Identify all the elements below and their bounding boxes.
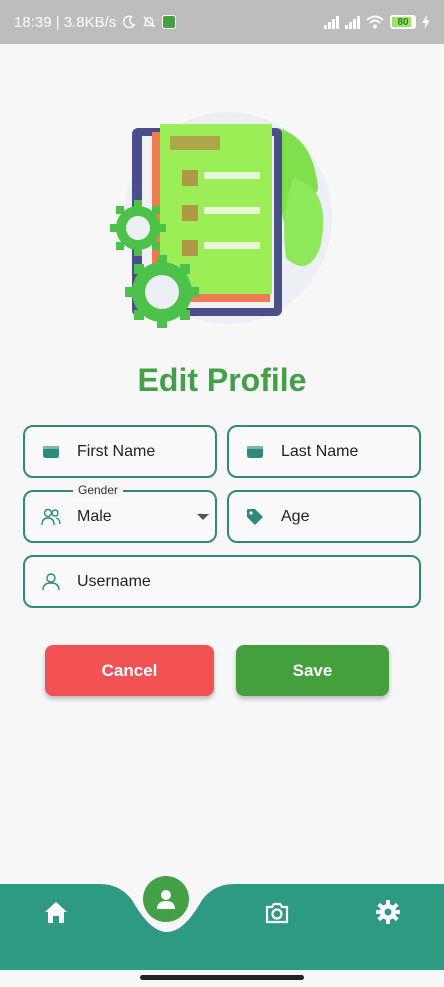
age-field[interactable]: Age xyxy=(227,490,421,543)
first-name-placeholder: First Name xyxy=(77,442,156,460)
last-name-field[interactable]: Last Name xyxy=(227,425,421,478)
age-placeholder: Age xyxy=(281,507,310,525)
username-placeholder: Username xyxy=(77,572,151,590)
home-icon[interactable] xyxy=(43,900,69,926)
charging-icon xyxy=(422,15,430,29)
first-name-field[interactable]: First Name xyxy=(23,425,217,478)
gender-value: Male xyxy=(77,507,112,525)
person-icon xyxy=(41,572,61,592)
status-time: 18:39 | 3.8KB/s xyxy=(14,13,117,31)
chevron-down-icon xyxy=(197,514,209,520)
gender-dropdown[interactable]: Gender Male xyxy=(23,483,217,543)
id-card-icon xyxy=(245,442,265,462)
battery-level: 80 xyxy=(397,16,409,28)
signal-icon xyxy=(324,15,339,29)
id-card-icon xyxy=(41,442,61,462)
page-title: Edit Profile xyxy=(137,362,307,398)
home-indicator[interactable] xyxy=(140,975,304,980)
wifi-icon xyxy=(366,15,384,29)
username-field[interactable]: Username xyxy=(23,555,421,608)
save-button[interactable]: Save xyxy=(236,645,389,696)
cancel-button[interactable]: Cancel xyxy=(45,645,214,696)
status-bar: 18:39 | 3.8KB/s 80 xyxy=(0,0,444,44)
gender-label: Gender xyxy=(73,483,124,497)
camera-icon[interactable] xyxy=(264,900,290,926)
profile-illustration xyxy=(110,112,332,328)
profile-icon xyxy=(157,890,175,909)
tag-icon xyxy=(245,507,265,527)
bell-off-icon xyxy=(143,16,156,28)
people-icon xyxy=(41,507,61,527)
settings-icon[interactable] xyxy=(375,899,401,925)
profile-nav-button[interactable] xyxy=(143,876,189,922)
battery-icon: 80 xyxy=(390,15,416,29)
moon-icon xyxy=(123,15,136,29)
last-name-placeholder: Last Name xyxy=(281,442,359,460)
app-notification-icon xyxy=(162,15,177,29)
signal-icon xyxy=(345,15,360,29)
